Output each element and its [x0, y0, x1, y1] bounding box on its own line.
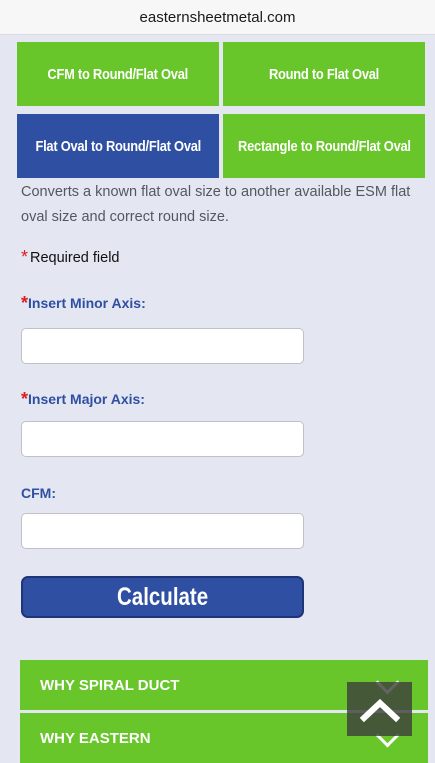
tab-cfm-to-round-flat-oval[interactable]: CFM to Round/Flat Oval — [17, 42, 219, 106]
major-axis-label-text: Insert Major Axis: — [28, 391, 145, 407]
tab-flat-oval-to-round-flat-oval[interactable]: Flat Oval to Round/Flat Oval — [17, 114, 219, 178]
minor-axis-input[interactable] — [21, 328, 304, 364]
tab-label: Rectangle to Round/Flat Oval — [237, 137, 411, 155]
tab-rectangle-to-round-flat-oval[interactable]: Rectangle to Round/Flat Oval — [223, 114, 425, 178]
address-bar[interactable]: easternsheetmetal.com — [0, 0, 435, 35]
calculate-label: Calculate — [116, 582, 209, 611]
required-field-note: * Required field — [21, 247, 120, 268]
minor-axis-label-text: Insert Minor Axis: — [28, 295, 146, 311]
scroll-to-top-button[interactable] — [347, 682, 412, 736]
accordion-label: WHY EASTERN — [40, 729, 151, 747]
tab-label: CFM to Round/Flat Oval — [47, 65, 189, 83]
url-text: easternsheetmetal.com — [139, 8, 296, 26]
cfm-label-text: CFM: — [21, 485, 56, 501]
major-axis-input[interactable] — [21, 421, 304, 457]
minor-axis-label: *Insert Minor Axis: — [21, 293, 146, 314]
tab-round-to-flat-oval[interactable]: Round to Flat Oval — [223, 42, 425, 106]
tab-label: Round to Flat Oval — [268, 65, 380, 83]
chevron-up-icon — [359, 698, 400, 722]
required-star: * — [21, 293, 29, 313]
accordion-label: WHY SPIRAL DUCT — [40, 676, 180, 694]
converter-tabs: CFM to Round/Flat Oval Round to Flat Ova… — [17, 42, 427, 178]
cfm-label: CFM: — [21, 485, 56, 501]
tab-label: Flat Oval to Round/Flat Oval — [35, 137, 201, 155]
required-field-text: Required field — [30, 250, 120, 266]
required-star: * — [21, 389, 29, 409]
major-axis-label: *Insert Major Axis: — [21, 389, 145, 410]
cfm-input[interactable] — [21, 513, 304, 549]
calculate-button[interactable]: Calculate — [21, 576, 304, 618]
converter-description: Converts a known flat oval size to anoth… — [21, 184, 411, 225]
required-star: * — [21, 247, 29, 267]
